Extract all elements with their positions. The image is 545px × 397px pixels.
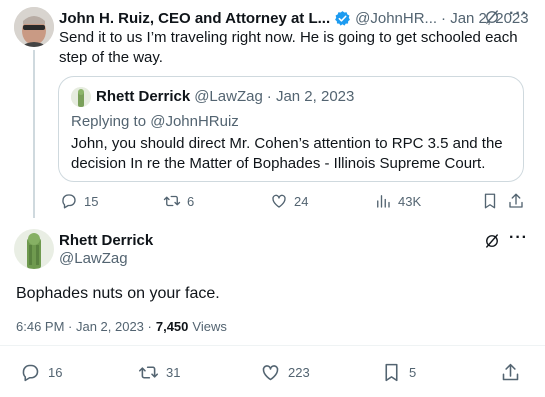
like-icon <box>262 365 279 381</box>
author-handle[interactable]: @JohnHR... <box>355 10 437 27</box>
like-button[interactable]: 223 <box>260 362 310 383</box>
retweet-icon <box>138 366 159 379</box>
views-button[interactable]: 43K <box>374 192 421 210</box>
avatar-rhett-derrick[interactable] <box>14 229 54 269</box>
reply-button[interactable]: 15 <box>60 192 98 210</box>
retweet-count: 31 <box>166 365 181 380</box>
author-name[interactable]: John H. Ruiz, CEO and Attorney at L... <box>59 10 330 27</box>
more-icon[interactable]: ··· <box>509 229 528 247</box>
avatar-john-ruiz[interactable] <box>14 7 54 47</box>
share-icon <box>509 193 523 208</box>
quoted-tweet-header: Rhett Derrick @LawZag · Jan 2, 2023 <box>96 88 354 105</box>
views-label: Views <box>192 319 227 334</box>
retweet-button[interactable]: 31 <box>138 362 180 383</box>
views-count: 7,450 <box>155 319 189 334</box>
bookmark-button[interactable]: 5 <box>381 362 416 383</box>
retweet-icon <box>163 195 181 207</box>
bookmark-icon <box>385 363 398 382</box>
tweet-meta: 6:46 PM · Jan 2, 2023 · 7,450 Views <box>16 319 227 334</box>
like-count: 24 <box>294 193 309 209</box>
retweet-button[interactable]: 6 <box>163 192 194 210</box>
thread-connector-line <box>33 50 35 218</box>
divider <box>0 345 545 346</box>
retweet-count: 6 <box>187 193 195 209</box>
quoted-tweet-date: · Jan 2, 2023 <box>266 88 355 105</box>
grok-icon[interactable] <box>483 232 501 255</box>
tweet-text: Bophades nuts on your face. <box>16 285 220 302</box>
reply-button[interactable]: 16 <box>20 362 62 383</box>
quoted-author-name: Rhett Derrick <box>96 88 191 105</box>
like-count: 223 <box>288 365 310 380</box>
quoted-tweet-text: John, you should direct Mr. Cohen’s atte… <box>71 135 503 172</box>
tweet-header: John H. Ruiz, CEO and Attorney at L... @… <box>59 8 529 28</box>
reply-count: 15 <box>84 193 99 209</box>
verified-badge-icon <box>334 10 351 27</box>
bookmark-icon <box>484 193 496 209</box>
reply-icon <box>62 194 76 209</box>
author-name[interactable]: Rhett Derrick <box>59 232 153 249</box>
avatar-rhett-derrick-small <box>71 87 91 107</box>
share-icon <box>502 363 519 381</box>
tweet-text: Send it to us I’m traveling right now. H… <box>59 29 518 66</box>
share-button[interactable] <box>507 192 525 210</box>
bookmark-button[interactable] <box>481 192 499 210</box>
share-button[interactable] <box>500 362 521 383</box>
reply-icon <box>22 364 39 382</box>
quoted-author-handle: @LawZag <box>194 88 263 105</box>
more-icon[interactable]: ··· <box>509 5 528 23</box>
views-count: 43K <box>398 193 422 209</box>
reply-count: 16 <box>48 365 63 380</box>
tweet-timestamp[interactable]: 6:46 PM · Jan 2, 2023 · <box>16 319 152 334</box>
bookmark-count: 5 <box>409 365 417 380</box>
replying-to: Replying to @JohnHRuiz <box>71 113 239 130</box>
author-handle[interactable]: @LawZag <box>59 250 128 267</box>
quoted-tweet[interactable]: Rhett Derrick @LawZag · Jan 2, 2023 Repl… <box>58 76 524 182</box>
views-icon <box>377 195 390 208</box>
like-icon <box>272 194 286 208</box>
like-button[interactable]: 24 <box>270 192 308 210</box>
